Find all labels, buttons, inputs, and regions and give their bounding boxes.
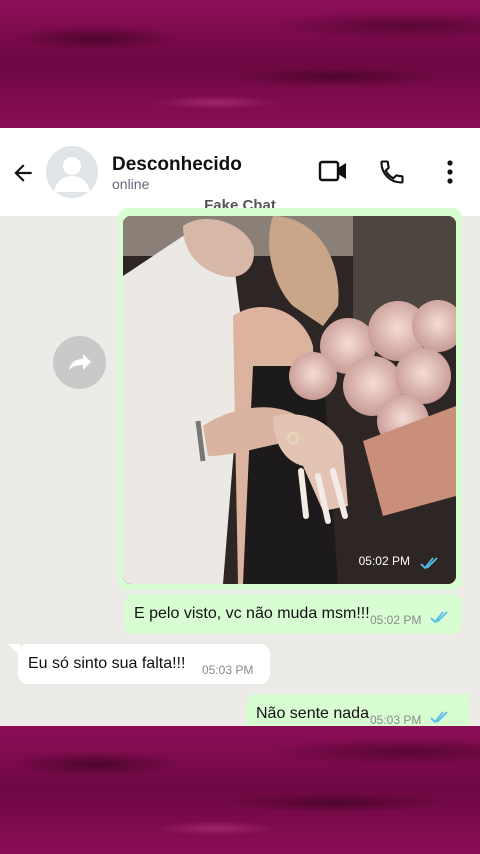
message-time: 05:02 PM	[370, 613, 422, 627]
incoming-message[interactable]: Eu só sinto sua falta!!! 05:03 PM	[18, 644, 270, 684]
message-text: Eu só sinto sua falta!!!	[28, 655, 186, 672]
decorative-bottom-band	[0, 726, 480, 854]
more-options-icon[interactable]	[444, 158, 456, 186]
phone-icon[interactable]	[378, 158, 406, 186]
back-arrow-icon[interactable]	[10, 160, 36, 186]
contact-status: online	[112, 176, 150, 192]
read-receipt-icon	[420, 557, 438, 570]
forward-icon	[69, 354, 91, 370]
decorative-top-band	[0, 0, 480, 128]
outgoing-message[interactable]: E pelo visto, vc não muda msm!!! 05:02 P…	[124, 594, 462, 634]
chat-header: Desconhecido online Fake Chat	[0, 128, 480, 216]
message-text: Não sente nada	[256, 705, 369, 722]
message-text: E pelo visto, vc não muda msm!!!	[134, 605, 370, 622]
chat-window: Desconhecido online Fake Chat 05:02 PM E…	[0, 128, 480, 726]
contact-name[interactable]: Desconhecido	[112, 154, 242, 176]
avatar[interactable]	[46, 146, 98, 198]
bubble-tail	[458, 694, 470, 706]
message-time: 05:02 PM	[358, 554, 410, 568]
video-call-icon[interactable]	[318, 158, 348, 184]
message-time: 05:03 PM	[202, 663, 254, 677]
outgoing-message[interactable]: Não sente nada 05:03 PM	[246, 694, 470, 726]
photo-couple-kissing[interactable]: 05:02 PM	[123, 216, 456, 584]
forward-button[interactable]	[53, 336, 106, 389]
image-message[interactable]: 05:02 PM	[118, 208, 462, 590]
read-receipt-icon	[430, 611, 448, 624]
message-time: 05:03 PM	[370, 713, 422, 726]
read-receipt-icon	[430, 711, 448, 724]
